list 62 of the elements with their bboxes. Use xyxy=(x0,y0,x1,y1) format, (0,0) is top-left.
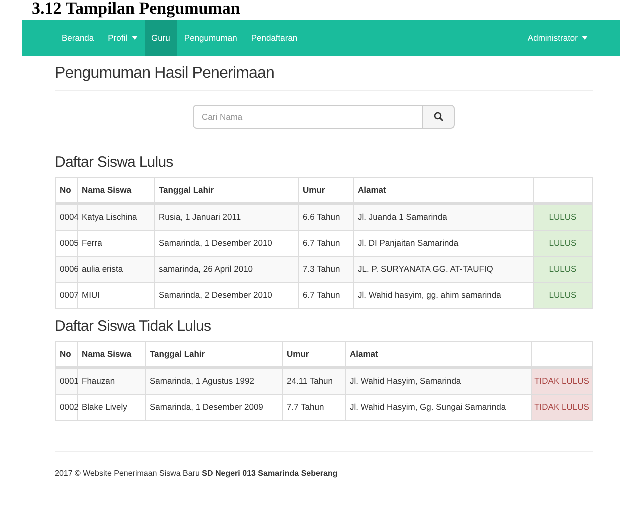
table-cell: 6.6 Tahun xyxy=(303,211,340,224)
status-cell: TIDAK LULUS xyxy=(532,369,592,394)
table-cell: Jl. Juanda 1 Samarinda xyxy=(358,211,448,224)
table-cell: 0005 xyxy=(60,237,79,250)
table-cell: 0007 xyxy=(60,289,79,302)
column-header: Alamat xyxy=(350,348,378,360)
table-cell: Jl. Wahid Hasyim, Gg. Sungai Samarinda xyxy=(350,401,506,414)
table-cell: 0004 xyxy=(60,211,79,224)
search-button[interactable] xyxy=(423,105,455,129)
table-cell: aulia erista xyxy=(82,263,124,276)
status-cell: TIDAK LULUS xyxy=(532,395,592,420)
column-header: No xyxy=(60,348,72,360)
page-title: Pengumuman Hasil Penerimaan xyxy=(55,64,276,84)
column-header: Alamat xyxy=(358,184,386,196)
table-cell: Fhauzan xyxy=(82,375,116,388)
footer-text: 2017 © Website Penerimaan Siswa Baru SD Negeri 013 Samarinda Seberang xyxy=(55,468,339,480)
column-header: Nama Siswa xyxy=(82,348,132,360)
table-cell: Jl. DI Panjaitan Samarinda xyxy=(358,237,459,250)
table-cell: Samarinda, 2 Desember 2010 xyxy=(159,289,272,302)
table-cell: Jl. Wahid Hasyim, Samarinda xyxy=(350,375,462,388)
search-field[interactable]: Cari Nama xyxy=(193,105,423,129)
status-cell: LULUS xyxy=(534,231,592,256)
table-cell: MIUI xyxy=(82,289,100,302)
column-header: Nama Siswa xyxy=(82,184,132,196)
table-cell: Ferra xyxy=(82,237,102,250)
column-header: Umur xyxy=(287,348,310,360)
column-header: Umur xyxy=(303,184,326,196)
table-cell: 24.11 Tahun xyxy=(287,375,334,388)
table-cell: 0002 xyxy=(60,401,79,414)
table-cell: Samarinda, 1 Desember 2009 xyxy=(150,401,264,414)
column-header: Tanggal Lahir xyxy=(159,184,214,196)
table-cell: Samarinda, 1 Agustus 1992 xyxy=(150,375,254,388)
table-cell: JL. P. SURYANATA GG. AT-TAUFIQ xyxy=(358,263,494,276)
caret-icon xyxy=(132,36,138,40)
table-cell: 0001 xyxy=(60,375,79,388)
table-cell: Samarinda, 1 Desember 2010 xyxy=(159,237,272,250)
nav-item[interactable]: Guru xyxy=(144,20,178,56)
table-cell: Rusia, 1 Januari 2011 xyxy=(159,211,242,224)
search-icon xyxy=(434,112,444,122)
table-cell: 0006 xyxy=(60,263,79,276)
table-cell: 7.7 Tahun xyxy=(287,401,324,414)
status-cell: LULUS xyxy=(534,283,592,308)
user-menu[interactable]: Administrator xyxy=(528,20,588,56)
caret-icon xyxy=(582,36,588,40)
section-title: Daftar Siswa Lulus xyxy=(55,153,174,173)
nav-item[interactable]: Pengumuman xyxy=(177,20,244,56)
table-cell: Jl. Wahid hasyim, gg. ahim samarinda xyxy=(358,289,502,302)
table-cell: Blake Lively xyxy=(82,401,128,414)
column-header: No xyxy=(60,184,72,196)
section-title: Daftar Siswa Tidak Lulus xyxy=(55,317,212,337)
nav-item[interactable]: Beranda xyxy=(55,20,102,56)
nav-item[interactable]: Profil xyxy=(101,20,145,56)
table-cell: Katya Lischina xyxy=(82,211,138,224)
status-cell: LULUS xyxy=(534,257,592,282)
table-cell: 7.3 Tahun xyxy=(303,263,340,276)
table-cell: 6.7 Tahun xyxy=(303,289,340,302)
table-cell: 6.7 Tahun xyxy=(303,237,340,250)
document-heading: 3.12 Tampilan Pengumuman xyxy=(31,0,242,18)
nav-item[interactable]: Pendaftaran xyxy=(244,20,305,56)
column-header: Tanggal Lahir xyxy=(150,348,206,360)
table-cell: samarinda, 26 April 2010 xyxy=(159,263,254,276)
status-cell: LULUS xyxy=(534,205,592,230)
